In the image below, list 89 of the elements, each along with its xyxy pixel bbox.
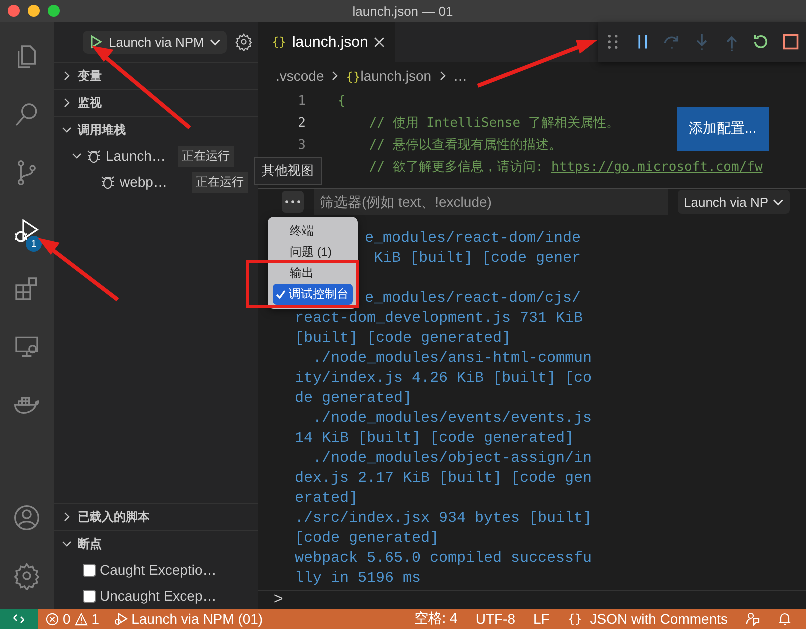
console-prompt[interactable]: > <box>274 590 284 608</box>
bug-icon <box>100 174 116 190</box>
maximize-window-button[interactable] <box>48 5 60 17</box>
section-header[interactable]: 已载入的脚本 <box>54 504 258 530</box>
filter-field[interactable]: 筛选器(例如 text、!exclude) <box>314 189 668 216</box>
console-output-line: ./node_modules/events/events.js <box>312 410 592 429</box>
editor-tab[interactable]: {} launch.json <box>258 22 396 62</box>
debug-icon <box>114 612 128 626</box>
console-output-line: ./src/index.jsx 934 bytes [built] <box>295 510 592 529</box>
ellipsis-icon <box>285 200 301 204</box>
console-output-line: [code generated] <box>295 530 440 549</box>
console-output-line: e_modules/react-dom/inde <box>364 230 581 249</box>
line-number: 3 <box>297 138 307 152</box>
chevron-right-icon <box>62 71 72 81</box>
breadcrumb-item[interactable]: … <box>454 68 468 84</box>
bell-icon[interactable] <box>778 612 792 626</box>
status-item[interactable]: LF <box>534 611 550 627</box>
count-badge: 1 <box>26 236 42 252</box>
chevron-down-icon <box>62 125 72 135</box>
chevron-right-icon <box>330 71 340 81</box>
remote-icon <box>13 613 25 625</box>
console-output-line: 14 KiB [built] [code generated] <box>295 430 574 449</box>
warning-icon <box>74 612 88 626</box>
close-icon[interactable] <box>374 36 386 48</box>
account-icon[interactable] <box>13 504 41 532</box>
chevron-right-icon <box>62 512 72 522</box>
code-line: // 欲了解更多信息，请访问: https://go.microsoft.com/fw <box>368 159 763 176</box>
breadcrumb-item[interactable]: {}launch.json <box>346 68 432 84</box>
breakpoint-label: Uncaught Excep… <box>100 588 217 604</box>
console-output-line: lly in 5196 ms <box>295 570 422 589</box>
check-icon <box>276 290 286 300</box>
settings-icon[interactable] <box>235 33 254 51</box>
more-views-button[interactable] <box>282 191 304 214</box>
line-number: 2 <box>297 116 307 130</box>
error-icon <box>46 612 59 626</box>
play-bug-icon[interactable] <box>13 217 41 245</box>
tooltip: 其他视图 <box>254 157 322 185</box>
menu-item[interactable]: 问题 (1) <box>273 242 353 263</box>
status-item[interactable]: 空格: 4 <box>414 610 458 628</box>
checkbox[interactable] <box>83 590 96 602</box>
menu-item[interactable]: 调试控制台 <box>273 284 353 305</box>
console-output-line: ity/index.js 4.26 KiB [built] [co <box>295 370 592 389</box>
console-output-line: [built] [code generated] <box>295 330 512 349</box>
console-output-line: erated] <box>295 490 358 509</box>
code-line: // 悬停以查看现有属性的描述。 <box>368 137 562 154</box>
breadcrumb-item[interactable]: .vscode <box>276 68 324 84</box>
stop-icon[interactable] <box>782 33 800 51</box>
debug-session-indicator[interactable]: Launch via NPM (01) <box>114 611 264 627</box>
code-link[interactable]: https://go.microsoft.com/fw <box>551 160 763 175</box>
console-output-line: webpack 5.65.0 compiled successfu <box>295 550 592 569</box>
chevron-down-icon <box>62 539 72 549</box>
status-badge: 正在运行 <box>178 146 234 166</box>
close-window-button[interactable] <box>8 5 20 17</box>
status-badge: 正在运行 <box>192 172 248 192</box>
activity-item[interactable]: 1 <box>0 202 54 260</box>
console-output-line: ./node_modules/object-assign/in <box>312 450 592 469</box>
remote-button[interactable] <box>0 609 38 629</box>
chevron-right-icon <box>438 71 448 81</box>
console-output-line: de generated] <box>295 390 412 409</box>
feedback-icon[interactable] <box>746 612 760 626</box>
console-output-line: react-dom_development.js 731 KiB <box>295 310 584 329</box>
chevron-right-icon <box>62 98 72 108</box>
menu-item[interactable]: 输出 <box>273 263 353 284</box>
window-title: launch.json — 01 <box>352 4 454 18</box>
status-item[interactable]: {} JSON with Comments <box>568 611 728 627</box>
minimize-window-button[interactable] <box>28 5 40 17</box>
session-dropdown[interactable]: Launch via NP <box>678 190 790 214</box>
section-header[interactable]: 监视 <box>54 90 258 116</box>
section-header[interactable]: 断点 <box>54 531 258 557</box>
console-output-line: KiB [built] [code gener <box>374 250 581 269</box>
console-output-line: dex.js 2.17 KiB [built] [code gen <box>295 470 592 489</box>
code-line: // 使用 IntelliSense 了解相关属性。 <box>368 115 620 132</box>
section-header[interactable]: 变量 <box>54 63 258 89</box>
line-number: 1 <box>297 94 307 108</box>
breakpoint-label: Caught Exceptio… <box>100 562 217 578</box>
section-header[interactable]: 调用堆栈 <box>54 117 258 143</box>
code-line: { <box>338 94 346 108</box>
checkbox[interactable] <box>83 564 96 576</box>
restart-icon[interactable] <box>752 33 770 51</box>
console-output-line: e_modules/react-dom/cjs/ <box>364 290 581 309</box>
launch-config-dropdown[interactable]: Launch via NPM <box>83 30 228 54</box>
menu-item[interactable]: 终端 <box>273 221 353 242</box>
bug-icon <box>86 148 102 164</box>
problems-indicator[interactable]: 0 1 <box>46 611 100 627</box>
console-output-line: ./node_modules/ansi-html-commun <box>312 350 592 369</box>
status-item[interactable]: UTF-8 <box>476 611 516 627</box>
chevron-down-icon <box>72 151 82 161</box>
add-configuration-button[interactable]: 添加配置... <box>677 107 769 151</box>
play-icon <box>89 35 103 49</box>
